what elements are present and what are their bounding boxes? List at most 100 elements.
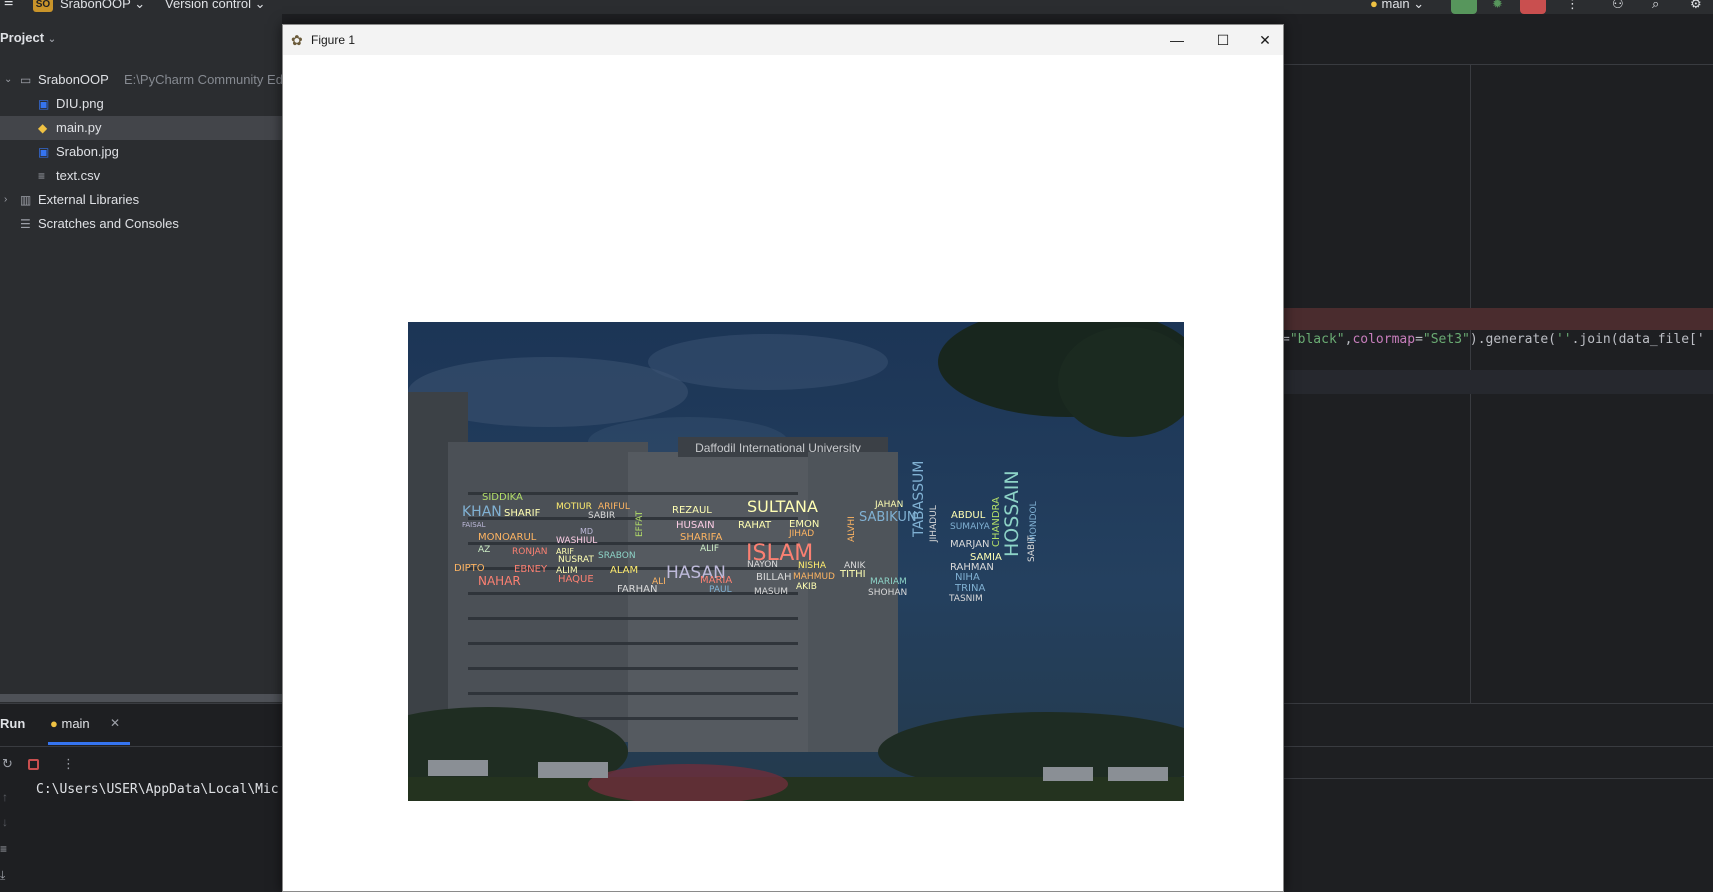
scroll-up-icon[interactable]: ↑: [2, 790, 8, 804]
minimize-button[interactable]: —: [1159, 29, 1195, 51]
library-icon: ▥: [20, 193, 32, 207]
wordcloud-word: NAYON: [747, 560, 778, 570]
version-control-menu[interactable]: Version control ⌄: [165, 0, 266, 12]
wordcloud-word: ARIFUL: [598, 502, 630, 512]
add-user-icon[interactable]: ⚇: [1612, 0, 1624, 12]
tree-item-scratches[interactable]: ☰ Scratches and Consoles: [0, 212, 282, 236]
wordcloud-word: SUMAIYA: [950, 522, 991, 532]
run-tool-window: [0, 703, 282, 891]
tree-item-path: E:\PyCharm Community Ed: [124, 72, 283, 87]
tree-item-label: External Libraries: [38, 192, 140, 207]
wordcloud-word: BILLAH: [756, 572, 792, 583]
wordcloud-word: JIHAD: [788, 529, 814, 539]
tree-item-diu-png[interactable]: ▣ DIU.png: [0, 92, 282, 116]
close-tab-icon[interactable]: ✕: [110, 716, 120, 730]
image-file-icon: ▣: [38, 97, 50, 111]
close-button[interactable]: ✕: [1247, 29, 1283, 51]
expand-chevron-icon[interactable]: ⌄: [4, 68, 12, 92]
wordcloud-word: NUSRAT: [558, 555, 594, 565]
search-icon[interactable]: ⌕: [1652, 0, 1659, 12]
scroll-to-end-icon[interactable]: ⤓: [0, 868, 5, 883]
tree-item-srabon-jpg[interactable]: ▣ Srabon.jpg: [0, 140, 282, 164]
scroll-down-icon[interactable]: ↓: [2, 815, 8, 829]
wordcloud-word: DIPTO: [454, 563, 485, 574]
wordcloud-word: ALVHI: [847, 516, 857, 542]
wordcloud-word: TABASSUM: [911, 461, 927, 538]
bus: [1108, 767, 1168, 781]
wordcloud-word: SHARIF: [504, 508, 541, 519]
wordcloud-word: MAHMUD: [793, 572, 835, 582]
wordcloud-word: RAHAT: [738, 520, 772, 531]
more-actions-icon[interactable]: ⋮: [1566, 0, 1579, 12]
soft-wrap-icon[interactable]: ≡: [0, 842, 7, 856]
figure-title: Figure 1: [311, 33, 356, 47]
tree-item-label: DIU.png: [56, 96, 104, 111]
collapse-chevron-icon[interactable]: ›: [4, 188, 7, 212]
code-token: =: [1415, 332, 1423, 347]
project-panel-title[interactable]: Project ⌄: [0, 30, 56, 45]
tree-item-label: main.py: [56, 120, 102, 135]
wordcloud-word: MOTIUR: [556, 502, 592, 512]
wordcloud-word: JIHADUL: [929, 505, 939, 543]
wordcloud-word: NAHAR: [478, 574, 521, 588]
run-config-selector[interactable]: ● main ⌄: [1370, 0, 1424, 12]
wordcloud-word: SABIKUN: [859, 510, 917, 525]
wordcloud-word: SRABON: [598, 551, 636, 561]
wordcloud-word: NISHA: [798, 561, 827, 571]
code-token: "black": [1289, 332, 1345, 347]
scratches-icon: ☰: [20, 217, 31, 231]
wordcloud-word: WASHIUL: [556, 536, 597, 546]
divider: [1282, 746, 1713, 747]
horizontal-scrollbar[interactable]: [0, 694, 282, 702]
wordcloud-word: MONDOL: [1029, 501, 1039, 542]
divider: [0, 746, 282, 747]
tree-item-project-root[interactable]: ⌄ ▭ SrabonOOP E:\PyCharm Community Ed: [0, 68, 283, 92]
more-options-icon[interactable]: ⋮: [62, 756, 75, 772]
stop-button[interactable]: [1520, 0, 1546, 14]
run-button[interactable]: [1451, 0, 1477, 14]
code-editor[interactable]: [1282, 14, 1713, 704]
image-file-icon: ▣: [38, 145, 50, 159]
project-switcher[interactable]: SrabonOOP ⌄: [60, 0, 145, 12]
wordcloud-canvas: Daffodil International University SIDDIK…: [408, 322, 1184, 801]
figure-window: ✿ Figure 1 — ☐ ✕ Daffodil International …: [282, 24, 1284, 892]
code-token: "Set3": [1422, 332, 1470, 347]
debug-icon[interactable]: ✹: [1492, 0, 1503, 12]
tree-item-label: SrabonOOP: [38, 72, 109, 87]
main-toolbar: ≡ SO SrabonOOP ⌄ Version control ⌄ ● mai…: [0, 0, 1713, 14]
python-file-icon: ◆: [38, 121, 48, 135]
stop-icon[interactable]: [28, 759, 39, 770]
wordcloud-word: FAISAL: [462, 521, 486, 529]
tree-item-text-csv[interactable]: ≡ text.csv: [0, 164, 282, 188]
wordcloud-word: SULTANA: [747, 497, 818, 516]
wordcloud-word: KHAN: [462, 504, 502, 520]
wordcloud-word: TRINA: [954, 583, 985, 594]
active-tab-indicator: [48, 742, 130, 745]
console-output: C:\Users\USER\AppData\Local\Mic: [36, 782, 279, 797]
tree-item-label: text.csv: [56, 168, 101, 183]
wordcloud-word: REZAUL: [672, 505, 712, 516]
rerun-icon[interactable]: ↻: [2, 756, 13, 772]
tree-item-main-py[interactable]: ◆ main.py: [0, 116, 282, 140]
breakpoint-line-highlight: [1282, 308, 1713, 330]
cloud: [648, 334, 888, 390]
wordcloud-word: AZ: [478, 545, 490, 555]
figure-titlebar[interactable]: ✿ Figure 1 — ☐ ✕: [283, 25, 1283, 55]
tree-item-external-libraries[interactable]: › ▥ External Libraries: [0, 188, 282, 212]
wordcloud-word: TASNIM: [948, 594, 983, 604]
hamburger-menu-icon[interactable]: ≡: [4, 0, 13, 12]
matplotlib-icon: ✿: [291, 32, 303, 48]
run-panel-title: Run: [0, 716, 26, 731]
python-icon: ●: [50, 716, 58, 731]
wordcloud-word: PAUL: [709, 585, 732, 595]
code-token: '': [1555, 332, 1572, 347]
bus: [428, 760, 488, 776]
run-tab-main[interactable]: ● main: [50, 716, 90, 731]
project-badge: SO: [33, 0, 53, 12]
settings-gear-icon[interactable]: ⚙: [1690, 0, 1702, 12]
maximize-button[interactable]: ☐: [1205, 29, 1241, 51]
wordcloud-word: MARIAM: [870, 577, 907, 587]
wordcloud-word: MONOARUL: [478, 532, 537, 543]
wordcloud-word: TITHI: [839, 569, 866, 580]
text-file-icon: ≡: [38, 169, 46, 183]
